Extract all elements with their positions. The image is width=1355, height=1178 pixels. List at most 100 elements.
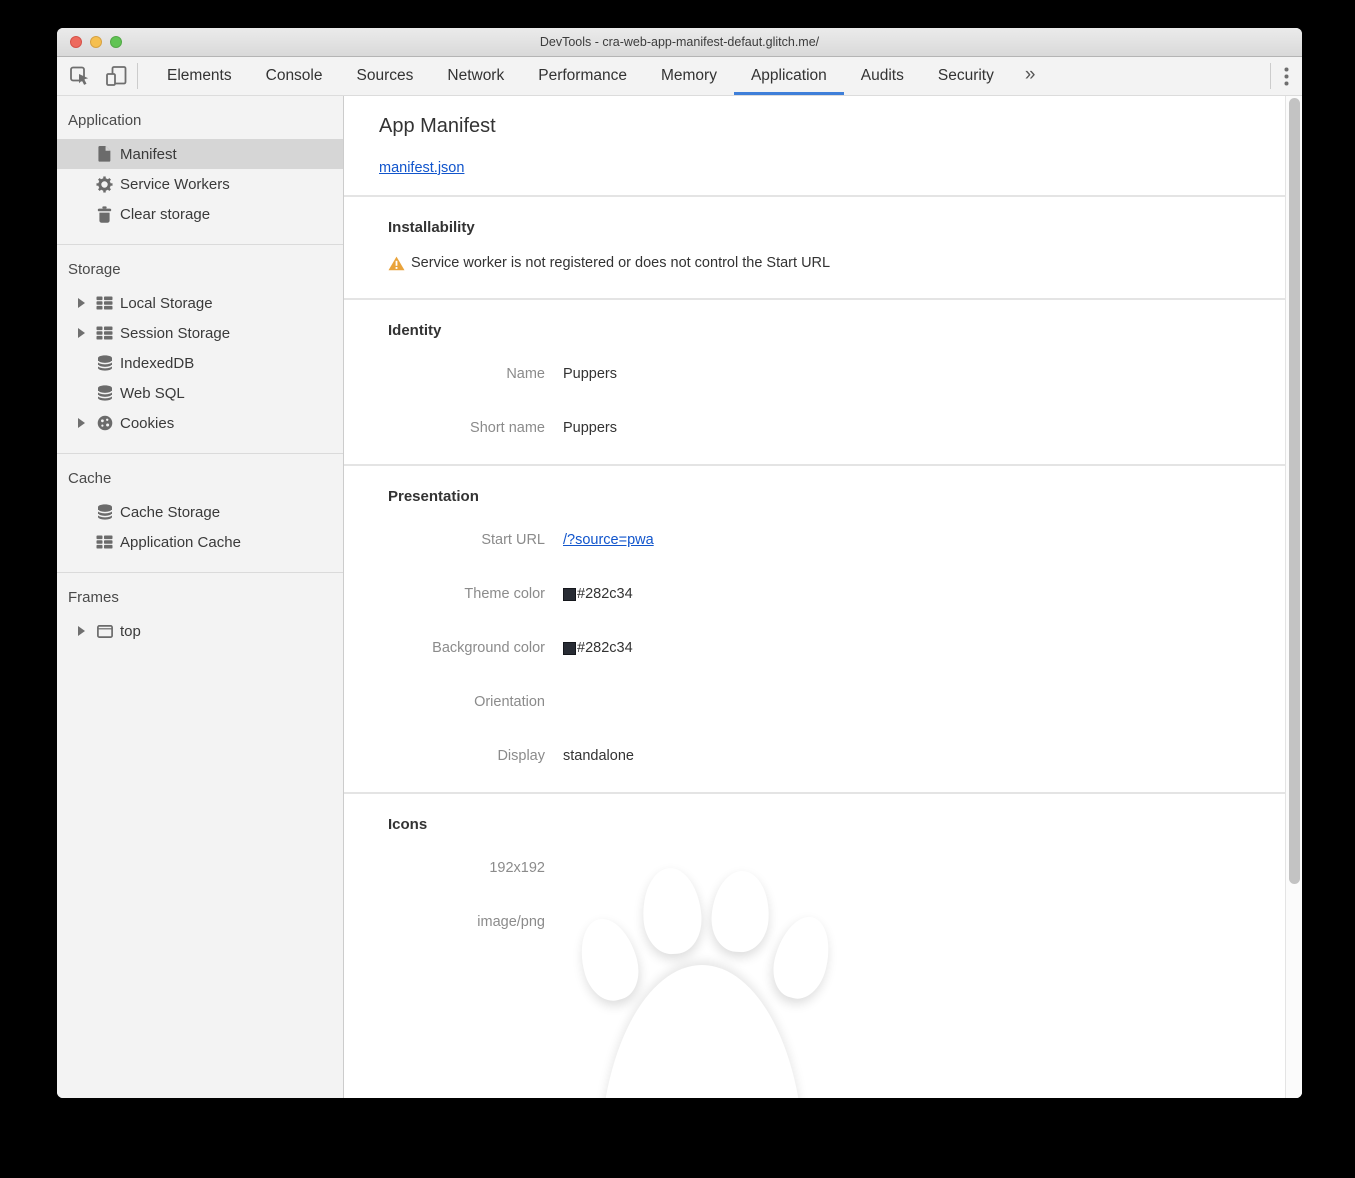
inspect-icon[interactable] bbox=[69, 65, 91, 87]
theme-color-swatch bbox=[563, 587, 576, 601]
table-icon bbox=[96, 326, 113, 340]
chevron-right-icon[interactable] bbox=[78, 328, 85, 338]
scrollbar-thumb[interactable] bbox=[1289, 98, 1300, 884]
section-title: Identity bbox=[388, 322, 442, 339]
device-toolbar-icon[interactable] bbox=[105, 65, 129, 87]
field-label-background-color: Background color bbox=[432, 640, 545, 656]
cookie-icon bbox=[96, 415, 113, 431]
field-value-short-name: Puppers bbox=[563, 420, 618, 436]
icon-size-label: 192x192 bbox=[489, 860, 545, 876]
field-value-background-color: #282c34 bbox=[577, 640, 633, 656]
gear-icon bbox=[96, 175, 113, 193]
identity-section: Identity Name Puppers Short name Puppers bbox=[344, 300, 1285, 464]
sidebar-section-application: Application Manifest Service Workers Cle… bbox=[57, 96, 343, 244]
presentation-section: Presentation Start URL /?source=pwa Them… bbox=[344, 466, 1285, 792]
start-url-link[interactable]: /?source=pwa bbox=[563, 532, 654, 548]
database-icon bbox=[96, 385, 113, 401]
kebab-menu-icon[interactable] bbox=[1271, 67, 1302, 86]
sidebar-item-indexeddb[interactable]: IndexedDB bbox=[57, 348, 343, 378]
sidebar-section-frames: Frames top bbox=[57, 572, 343, 661]
title-bar: DevTools - cra-web-app-manifest-defaut.g… bbox=[57, 28, 1302, 57]
field-value-display: standalone bbox=[563, 748, 634, 764]
tab-network[interactable]: Network bbox=[430, 57, 521, 95]
chevron-right-icon[interactable] bbox=[78, 626, 85, 636]
sidebar-item-clear-storage[interactable]: Clear storage bbox=[57, 199, 343, 229]
sidebar-item-label: Local Storage bbox=[120, 294, 213, 312]
devtools-tab-bar: Elements Console Sources Network Perform… bbox=[57, 57, 1302, 96]
vertical-scrollbar[interactable] bbox=[1285, 96, 1302, 1098]
sidebar-item-label: Web SQL bbox=[120, 384, 185, 402]
manifest-json-link[interactable]: manifest.json bbox=[379, 160, 464, 176]
frame-icon bbox=[96, 624, 113, 638]
tab-memory[interactable]: Memory bbox=[644, 57, 734, 95]
icons-section: Icons 192x192 image/png bbox=[344, 794, 1285, 1098]
tab-audits[interactable]: Audits bbox=[844, 57, 921, 95]
sidebar-section-storage: Storage Local Storage Session Storage In… bbox=[57, 244, 343, 453]
document-icon bbox=[96, 146, 113, 162]
field-value-name: Puppers bbox=[563, 366, 618, 382]
zoom-window-button[interactable] bbox=[110, 36, 122, 48]
field-label-orientation: Orientation bbox=[474, 694, 545, 710]
sidebar-section-title: Application bbox=[68, 112, 142, 129]
section-title: Icons bbox=[388, 816, 428, 833]
tab-sources[interactable]: Sources bbox=[340, 57, 431, 95]
sidebar-item-local-storage[interactable]: Local Storage bbox=[57, 288, 343, 318]
sidebar-item-label: top bbox=[120, 622, 141, 640]
database-icon bbox=[96, 504, 113, 520]
chevron-right-icon[interactable] bbox=[78, 298, 85, 308]
table-icon bbox=[96, 296, 113, 310]
background-color-swatch bbox=[563, 641, 576, 655]
icon-mime-label: image/png bbox=[477, 914, 545, 930]
sidebar-item-label: Cache Storage bbox=[120, 503, 221, 521]
sidebar-item-manifest[interactable]: Manifest bbox=[57, 139, 343, 169]
sidebar-item-session-storage[interactable]: Session Storage bbox=[57, 318, 343, 348]
tab-console[interactable]: Console bbox=[249, 57, 340, 95]
trash-icon bbox=[96, 205, 113, 223]
sidebar-item-label: Cookies bbox=[120, 414, 175, 432]
more-tabs-icon[interactable]: » bbox=[1011, 57, 1050, 95]
database-icon bbox=[96, 355, 113, 371]
close-window-button[interactable] bbox=[70, 36, 82, 48]
sidebar-item-label: Session Storage bbox=[120, 324, 231, 342]
paw-print-image bbox=[344, 794, 1285, 1098]
sidebar-item-label: Clear storage bbox=[120, 205, 211, 223]
field-label-theme-color: Theme color bbox=[464, 586, 545, 602]
sidebar-item-cache-storage[interactable]: Cache Storage bbox=[57, 497, 343, 527]
section-title: Installability bbox=[388, 219, 475, 236]
sidebar-item-label: Manifest bbox=[120, 145, 177, 163]
tab-security[interactable]: Security bbox=[921, 57, 1011, 95]
page-title: App Manifest bbox=[379, 115, 496, 137]
field-value-theme-color: #282c34 bbox=[577, 586, 633, 602]
warning-text: Service worker is not registered or does… bbox=[411, 255, 831, 271]
minimize-window-button[interactable] bbox=[90, 36, 102, 48]
tab-performance[interactable]: Performance bbox=[521, 57, 644, 95]
sidebar-item-label: IndexedDB bbox=[120, 354, 195, 372]
section-title: Presentation bbox=[388, 488, 479, 505]
sidebar-section-title: Frames bbox=[68, 589, 119, 606]
tab-application[interactable]: Application bbox=[733, 57, 844, 95]
panel-tabs: Elements Console Sources Network Perform… bbox=[150, 57, 1049, 95]
chevron-right-icon[interactable] bbox=[78, 418, 85, 428]
field-label-start-url: Start URL bbox=[481, 532, 545, 548]
devtools-window: DevTools - cra-web-app-manifest-defaut.g… bbox=[57, 28, 1302, 1098]
sidebar-item-label: Application Cache bbox=[120, 533, 241, 551]
sidebar-section-title: Cache bbox=[68, 470, 112, 487]
sidebar-section-cache: Cache Cache Storage Application Cache bbox=[57, 453, 343, 572]
traffic-lights bbox=[70, 28, 122, 56]
sidebar-item-top-frame[interactable]: top bbox=[57, 616, 343, 646]
field-label-name: Name bbox=[506, 366, 545, 382]
sidebar-item-web-sql[interactable]: Web SQL bbox=[57, 378, 343, 408]
toolbar-separator bbox=[137, 63, 138, 89]
application-sidebar: Application Manifest Service Workers Cle… bbox=[57, 96, 344, 1098]
manifest-panel: App Manifest manifest.json Installabilit… bbox=[344, 96, 1302, 1098]
installability-section: Installability Service worker is not reg… bbox=[344, 197, 1285, 298]
tab-elements[interactable]: Elements bbox=[150, 57, 249, 95]
warning-icon bbox=[388, 256, 405, 271]
sidebar-item-application-cache[interactable]: Application Cache bbox=[57, 527, 343, 557]
sidebar-item-service-workers[interactable]: Service Workers bbox=[57, 169, 343, 199]
sidebar-item-label: Service Workers bbox=[120, 175, 230, 193]
window-title: DevTools - cra-web-app-manifest-defaut.g… bbox=[539, 35, 820, 49]
sidebar-section-title: Storage bbox=[68, 261, 121, 278]
field-label-short-name: Short name bbox=[470, 420, 545, 436]
sidebar-item-cookies[interactable]: Cookies bbox=[57, 408, 343, 438]
